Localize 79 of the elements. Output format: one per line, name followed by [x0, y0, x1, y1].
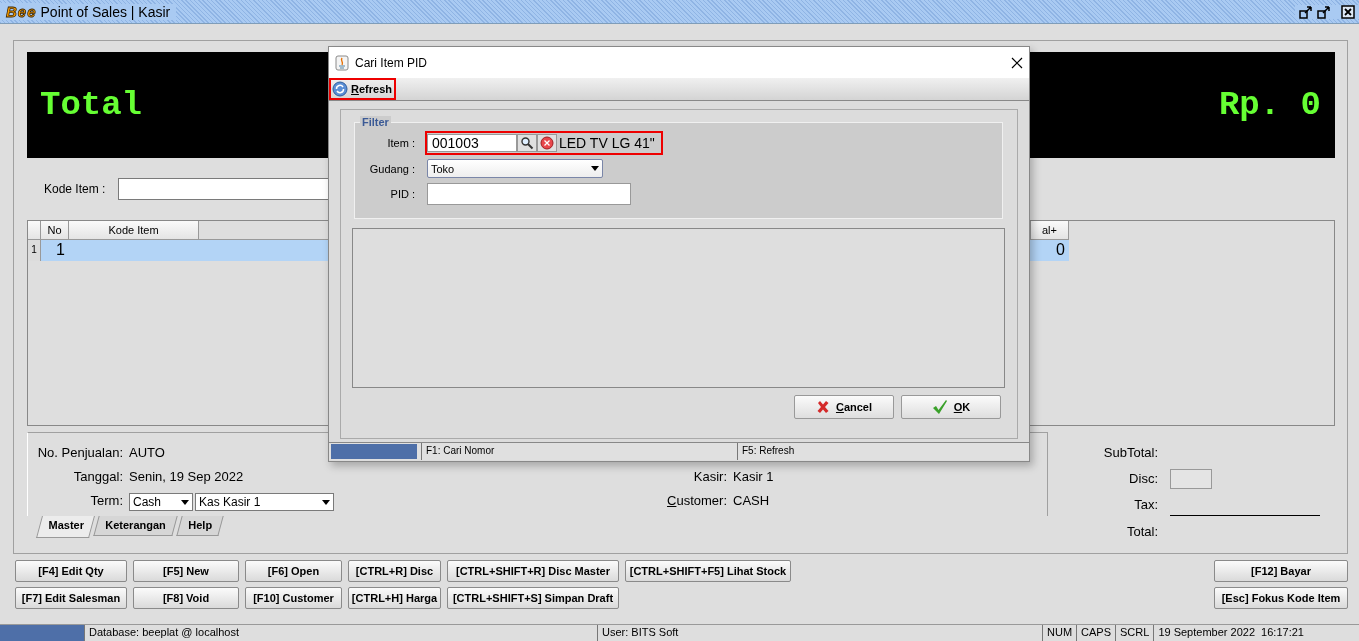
field-label: Term: — [89, 493, 124, 510]
status-text: NUM — [1042, 625, 1077, 641]
group-title: Filter — [360, 116, 391, 128]
action-button[interactable]: [F8] Void — [133, 587, 239, 609]
refresh-button[interactable]: Refresh — [329, 78, 396, 100]
field-value: Senin, 19 Sep 2022 — [129, 469, 244, 485]
refresh-icon — [332, 81, 348, 97]
action-button[interactable]: [Esc] Fokus Kode Item — [1214, 587, 1348, 609]
disc-field[interactable] — [1170, 469, 1212, 489]
table-cell: 0 — [1031, 240, 1069, 261]
field-label: PID : — [389, 188, 416, 200]
close-button[interactable] — [1341, 4, 1355, 19]
status-text: User: BITS Soft — [597, 625, 1042, 641]
clear-icon — [540, 136, 554, 150]
item-description: LED TV LG 41" — [558, 135, 656, 151]
total-label: SubTotal: — [1102, 444, 1159, 462]
action-button[interactable]: [CTRL+H] Harga — [348, 587, 441, 609]
field-value: AUTO — [129, 445, 165, 461]
input-field[interactable] — [427, 183, 631, 205]
total-label: Total — [40, 86, 143, 124]
action-button[interactable]: [F7] Edit Salesman — [15, 587, 127, 609]
total-amount: Rp. 0 — [1218, 86, 1321, 124]
corner-cell — [28, 221, 41, 240]
action-button[interactable]: [F6] Open — [245, 560, 342, 582]
status-text: F1: Cari Nomor — [421, 443, 737, 460]
restore-icon — [1317, 4, 1331, 19]
dropdown[interactable]: Kas Kasir 1 — [195, 493, 334, 511]
action-button[interactable]: [CTRL+SHIFT+R] Disc Master — [447, 560, 619, 582]
window-title: Point of Sales | Kasir — [40, 3, 177, 20]
search-icon — [520, 136, 534, 150]
action-button[interactable]: [F4] Edit Qty — [15, 560, 127, 582]
close-icon — [1341, 4, 1355, 19]
status-text: F5: Refresh — [737, 443, 799, 460]
field-label: Tanggal: — [72, 469, 124, 485]
field-label: Item : — [386, 137, 416, 149]
restore-button[interactable] — [1299, 4, 1313, 19]
input-field[interactable]: 001003 — [427, 134, 517, 152]
tab[interactable]: Keterangan — [93, 516, 178, 536]
action-button[interactable]: [F5] New — [133, 560, 239, 582]
ok-button[interactable]: OK — [901, 395, 1001, 419]
action-button[interactable]: [CTRL+SHIFT+S] Simpan Draft — [447, 587, 619, 609]
tab[interactable]: Help — [176, 516, 224, 536]
close-icon — [1011, 56, 1023, 69]
check-icon — [931, 399, 948, 415]
search-button[interactable] — [517, 134, 537, 152]
field-label: Kode Item : — [43, 182, 107, 196]
cancel-button[interactable]: Cancel — [794, 395, 894, 419]
app-logo: Bee — [0, 3, 41, 20]
column-header[interactable]: al+ — [1031, 221, 1069, 240]
action-button[interactable]: [F10] Customer — [245, 587, 342, 609]
column-header[interactable]: Kode Item — [69, 221, 199, 240]
status-text: Database: beeplat @ localhost — [84, 625, 597, 641]
action-button[interactable]: [F12] Bayar — [1214, 560, 1348, 582]
cross-icon — [815, 400, 830, 414]
tab[interactable]: Master — [36, 516, 96, 538]
total-label: Total: — [1125, 523, 1159, 541]
column-header[interactable]: No — [41, 221, 69, 240]
field-label: Kasir: — [692, 469, 728, 485]
clear-button[interactable] — [537, 134, 557, 152]
total-label: Disc: — [1128, 470, 1159, 488]
field-value: CASH — [733, 493, 770, 509]
field-value: Kasir 1 — [733, 469, 774, 485]
dialog-title: Cari Item PID — [355, 55, 428, 70]
dropdown[interactable]: Toko — [427, 159, 603, 178]
app-icon — [335, 54, 349, 71]
action-button[interactable]: [CTRL+R] Disc — [348, 560, 441, 582]
restore-icon — [1299, 4, 1313, 19]
status-text: 19 September 2022 16:17:21 — [1153, 625, 1308, 641]
status-text: CAPS — [1076, 625, 1116, 641]
table-cell: 1 — [41, 240, 69, 261]
field-label: Gudang : — [368, 162, 416, 175]
close-button[interactable] — [1011, 56, 1023, 69]
action-button[interactable]: [CTRL+SHIFT+F5] Lihat Stock — [625, 560, 791, 582]
dropdown[interactable]: Cash — [129, 493, 193, 511]
status-text: SCRL — [1115, 625, 1154, 641]
field-label: No. Penjualan: — [36, 445, 124, 461]
field-label: Customer: — [666, 493, 728, 509]
restore-button[interactable] — [1317, 4, 1331, 19]
total-label: Tax: — [1133, 496, 1159, 514]
